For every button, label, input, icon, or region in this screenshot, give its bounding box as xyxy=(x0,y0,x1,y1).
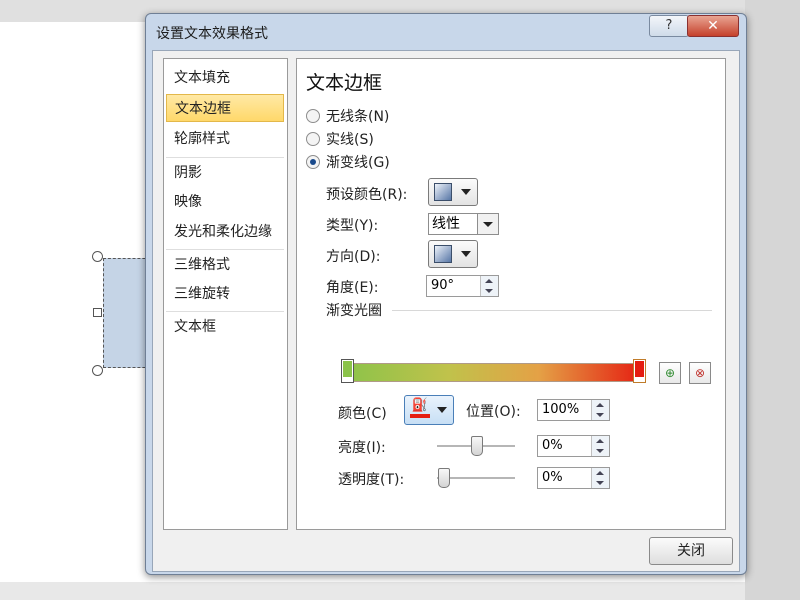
current-color-bar xyxy=(410,414,430,418)
spin-down-icon[interactable] xyxy=(592,446,609,456)
color-dropdown[interactable]: ⛽ xyxy=(404,395,454,425)
resize-handle-middle-left[interactable] xyxy=(93,308,102,317)
resize-handle-bottom-left[interactable] xyxy=(92,365,103,376)
nav-item-3d-rotation[interactable]: 三维旋转 xyxy=(166,280,284,308)
transparency-slider-thumb[interactable] xyxy=(438,468,450,488)
brightness-slider-thumb[interactable] xyxy=(471,436,483,456)
radio-indicator[interactable] xyxy=(306,109,320,123)
add-gradient-stop-icon[interactable]: ⊕ xyxy=(659,362,681,384)
nav-item-text-box[interactable]: 文本框 xyxy=(166,313,284,341)
direction-label: 方向(D): xyxy=(326,249,381,265)
panel-heading: 文本边框 xyxy=(306,72,383,94)
color-label: 颜色(C) xyxy=(338,406,387,422)
nav-item-text-outline[interactable]: 文本边框 xyxy=(166,94,284,122)
chevron-down-icon xyxy=(461,251,471,257)
nav-separator xyxy=(166,311,284,312)
chevron-down-icon[interactable] xyxy=(477,214,498,234)
type-select[interactable]: 线性 xyxy=(428,213,499,235)
nav-item-outline-style[interactable]: 轮廓样式 xyxy=(166,125,284,153)
radio-label: 实线(S) xyxy=(326,132,374,148)
spinner-buttons xyxy=(480,276,498,296)
radio-label: 无线条(N) xyxy=(326,109,390,125)
transparency-spinner[interactable]: 0% xyxy=(537,467,610,489)
angle-label: 角度(E): xyxy=(326,280,379,296)
spinner-buttons xyxy=(591,436,609,456)
spin-down-icon[interactable] xyxy=(592,478,609,488)
radio-indicator[interactable] xyxy=(306,132,320,146)
nav-item-glow-soft-edges[interactable]: 发光和柔化边缘 xyxy=(166,218,284,246)
stop-color-fill xyxy=(635,361,644,377)
text-outline-panel: 文本边框 无线条(N) 实线(S) 渐变线(G) 预设颜色(R): 类型(Y):… xyxy=(296,58,726,530)
direction-dropdown[interactable] xyxy=(428,240,478,268)
spinner-buttons xyxy=(591,468,609,488)
category-list: 文本填充 文本边框 轮廓样式 阴影 映像 发光和柔化边缘 三维格式 三维旋转 文… xyxy=(163,58,288,530)
nav-item-shadow[interactable]: 阴影 xyxy=(166,159,284,187)
position-spinner[interactable]: 100% xyxy=(537,399,610,421)
spin-down-icon[interactable] xyxy=(592,410,609,420)
type-select-value: 线性 xyxy=(432,216,460,232)
preset-colors-label: 预设颜色(R): xyxy=(326,187,408,203)
nav-separator xyxy=(166,249,284,250)
angle-value: 90° xyxy=(431,278,455,293)
brightness-label: 亮度(I): xyxy=(338,440,386,456)
chevron-down-icon xyxy=(461,189,471,195)
gradient-swatch-icon xyxy=(434,245,452,263)
radio-indicator[interactable] xyxy=(306,155,320,169)
gradient-stop-end[interactable] xyxy=(633,359,646,383)
brightness-spinner[interactable]: 0% xyxy=(537,435,610,457)
section-divider xyxy=(392,310,712,311)
chevron-down-icon xyxy=(437,407,447,413)
position-value: 100% xyxy=(542,402,580,417)
nav-item-reflection[interactable]: 映像 xyxy=(166,188,284,216)
format-text-effects-dialog: 设置文本效果格式 ? ✕ 文本填充 文本边框 轮廓样式 阴影 映像 发光和柔化边… xyxy=(145,13,747,575)
gradient-stops-label: 渐变光圈 xyxy=(326,303,382,319)
transparency-label: 透明度(T): xyxy=(338,472,405,488)
stop-color-fill xyxy=(343,361,352,377)
remove-gradient-stop-icon[interactable]: ⊗ xyxy=(689,362,711,384)
dialog-client-area: 文本填充 文本边框 轮廓样式 阴影 映像 发光和柔化边缘 三维格式 三维旋转 文… xyxy=(152,50,740,572)
brightness-value: 0% xyxy=(542,438,563,453)
nav-item-3d-format[interactable]: 三维格式 xyxy=(166,251,284,279)
close-x-button[interactable]: ✕ xyxy=(687,15,739,37)
dialog-title: 设置文本效果格式 xyxy=(156,26,268,42)
gradient-stops-bar[interactable] xyxy=(342,363,645,382)
radio-label: 渐变线(G) xyxy=(326,155,390,171)
nav-separator xyxy=(166,157,284,158)
gradient-stop-start[interactable] xyxy=(341,359,354,383)
spinner-buttons xyxy=(591,400,609,420)
gradient-swatch-icon xyxy=(434,183,452,201)
spin-down-icon[interactable] xyxy=(481,286,498,296)
angle-spinner[interactable]: 90° xyxy=(426,275,499,297)
transparency-value: 0% xyxy=(542,470,563,485)
help-button[interactable]: ? xyxy=(649,15,689,37)
right-scroll-area xyxy=(745,0,800,600)
paint-bucket-icon: ⛽ xyxy=(411,398,429,413)
close-button[interactable]: 关闭 xyxy=(649,537,733,565)
position-label: 位置(O): xyxy=(466,404,521,420)
resize-handle-top-left[interactable] xyxy=(92,251,103,262)
nav-item-text-fill[interactable]: 文本填充 xyxy=(166,64,284,92)
type-label: 类型(Y): xyxy=(326,218,379,234)
preset-colors-dropdown[interactable] xyxy=(428,178,478,206)
dialog-titlebar[interactable]: 设置文本效果格式 ? ✕ xyxy=(146,14,746,50)
